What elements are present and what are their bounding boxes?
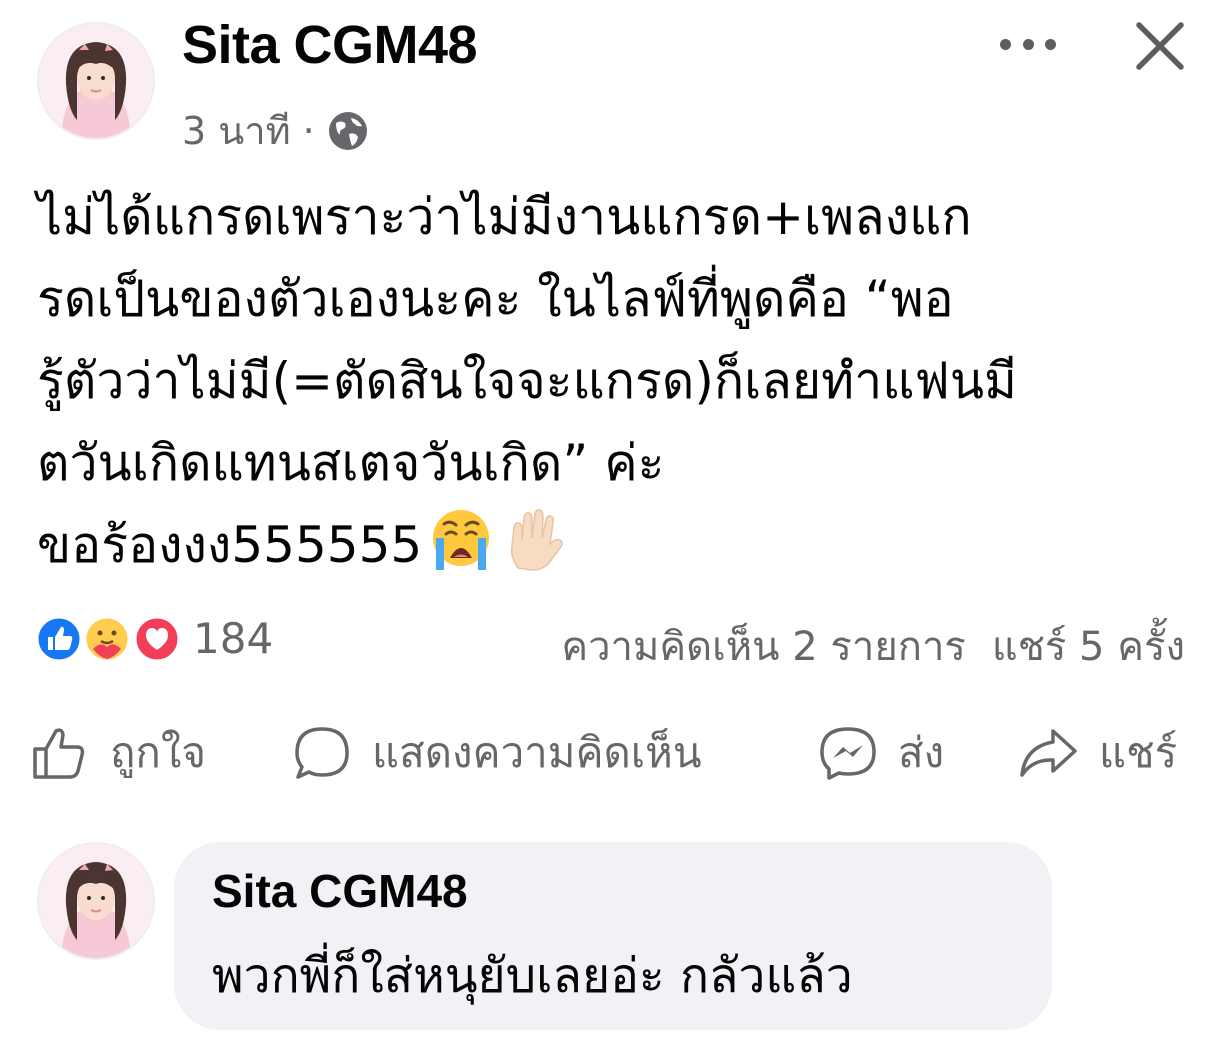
like-button[interactable]: ถูกใจ — [30, 718, 206, 788]
post-meta: 3 นาที · — [182, 100, 369, 161]
more-options-button[interactable] — [1000, 22, 1056, 66]
send-label: ส่ง — [898, 728, 945, 777]
comment-author-name[interactable]: Sita CGM48 — [212, 864, 468, 918]
like-icon — [33, 728, 85, 779]
reactions-summary: 184 ความคิดเห็น 2 รายการ แชร์ 5 ครั้ง — [35, 612, 1185, 670]
post-text-line: ไม่ได้แกรดเพราะว่าไม่มีงานแกรด+เพลงแก — [37, 188, 972, 246]
messenger-icon — [820, 727, 876, 780]
comment-count[interactable]: ความคิดเห็น 2 รายการ — [561, 624, 966, 670]
post-author-avatar[interactable] — [37, 22, 155, 140]
share-icon — [1020, 729, 1077, 777]
close-icon — [1136, 22, 1184, 70]
share-label: แชร์ — [1099, 728, 1178, 777]
raised-hand-emoji — [511, 509, 563, 571]
avatar-image — [39, 844, 153, 958]
post-text-line: ตวันเกิดแทนสเตจวันเกิด” ค่ะ — [37, 434, 665, 492]
love-reaction-icon — [133, 615, 181, 663]
comment-bubble[interactable]: Sita CGM48 พวกพี่ก็ใส่หนุยับเลยอ่ะ กลัวแ… — [174, 842, 1052, 1030]
comment-icon — [295, 727, 349, 779]
globe-icon — [328, 111, 367, 150]
like-reaction-icon — [35, 615, 83, 663]
post-text-line: ขอร้องงง555555 — [37, 516, 423, 574]
post-timestamp[interactable]: 3 นาที — [182, 100, 291, 161]
avatar-image — [39, 24, 153, 138]
commenter-avatar[interactable] — [37, 842, 155, 960]
more-dot — [1000, 38, 1011, 50]
comment-label: แสดงความคิดเห็น — [372, 728, 702, 777]
action-bar: ถูกใจ แสดงความคิดเห็น ส่ง แชร์ — [30, 718, 1195, 788]
share-button[interactable]: แชร์ — [1017, 718, 1177, 788]
send-button[interactable]: ส่ง — [818, 718, 944, 788]
more-dot — [1022, 38, 1034, 50]
post-text-line: รดเป็นของตัวเองนะคะ ในไลฟ์ที่พูดคือ “พอ — [37, 270, 954, 328]
reaction-count[interactable]: 184 — [193, 614, 273, 663]
post-author-name[interactable]: Sita CGM48 — [182, 14, 478, 76]
comment-text: พวกพี่ก็ใส่หนุยับเลยอ่ะ กลัวแล้ว — [212, 948, 853, 1004]
like-label: ถูกใจ — [110, 728, 206, 777]
comment-button[interactable]: แสดงความคิดเห็น — [292, 718, 702, 788]
more-dot — [1045, 38, 1056, 50]
engagement-stats: ความคิดเห็น 2 รายการ แชร์ 5 ครั้ง — [561, 614, 1185, 678]
post-text-last-line: ขอร้องงง555555 — [37, 504, 1207, 586]
close-button[interactable] — [1132, 18, 1188, 74]
loudly-crying-face-emoji — [433, 510, 490, 570]
reaction-icons[interactable] — [35, 615, 183, 663]
care-reaction-icon — [83, 615, 131, 663]
post-text-line: รู้ตัวว่าไม่มี(=ตัดสินใจจะแกรด)ก็เลยทำแฟ… — [37, 352, 1017, 410]
share-count[interactable]: แชร์ 5 ครั้ง — [992, 624, 1185, 670]
meta-separator: · — [302, 108, 315, 153]
post-body: ไม่ได้แกรดเพราะว่าไม่มีงานแกรด+เพลงแก รด… — [37, 176, 1207, 586]
